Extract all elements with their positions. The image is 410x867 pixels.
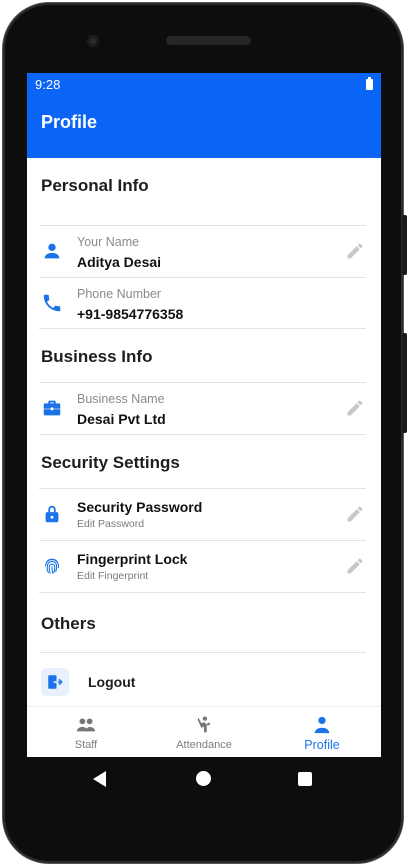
front-camera [87,35,99,47]
security-password-title: Security Password [77,499,203,515]
business-name-value: Desai Pvt Ltd [77,411,166,427]
fingerprint-lock-subtitle: Edit Fingerprint [77,570,149,582]
logout-icon [48,675,63,689]
fingerprint-lock-title: Fingerprint Lock [77,551,188,567]
people-icon [76,718,96,732]
person-icon [44,243,60,259]
fingerprint-lock-row[interactable]: Fingerprint Lock Edit Fingerprint [27,541,381,592]
divider [39,328,366,329]
divider [39,592,366,593]
page-title: Profile [41,112,98,132]
recent-apps-icon[interactable] [298,772,312,786]
nav-tab-attendance[interactable]: Attendance [145,707,263,757]
section-title-personal: Personal Info [41,176,149,195]
lock-icon [45,505,59,523]
nav-tab-staff[interactable]: Staff [27,707,145,757]
edit-pencil-icon[interactable] [345,504,365,524]
business-name-label: Business Name [77,392,165,406]
earpiece-speaker [166,36,251,45]
name-row[interactable]: Your Name Aditya Desai [27,226,381,277]
logout-icon-container [41,668,69,696]
volume-button [402,333,407,433]
nav-label-staff: Staff [74,739,98,751]
name-value: Aditya Desai [77,254,162,270]
person-icon [314,716,330,734]
back-icon[interactable] [93,771,106,787]
divider [39,652,366,653]
logout-row[interactable]: Logout [27,664,381,700]
system-navigation-bar [27,757,381,802]
home-icon[interactable] [196,771,211,786]
section-title-business: Business Info [41,347,153,366]
app-bar: 9:28 Profile [27,73,381,158]
security-password-subtitle: Edit Password [77,518,145,530]
fingerprint-icon [45,558,59,574]
business-name-row[interactable]: Business Name Desai Pvt Ltd [27,383,381,434]
briefcase-icon [43,400,61,416]
edit-pencil-icon[interactable] [345,241,365,261]
security-password-row[interactable]: Security Password Edit Password [27,489,381,540]
edit-pencil-icon[interactable] [345,556,365,576]
power-button [402,215,407,275]
status-time: 9:28 [35,77,61,92]
nav-label-profile: Profile [304,738,340,752]
bottom-navigation: Staff Attendance Profile [27,706,381,757]
section-title-security: Security Settings [41,453,180,472]
battery-icon [366,77,373,90]
edit-pencil-icon[interactable] [345,398,365,418]
logout-label: Logout [88,674,136,690]
phone-value: +91-9854776358 [77,306,184,322]
nav-label-attendance: Attendance [176,739,232,751]
app-screen: 9:28 Profile Personal Info Your Name Adi… [27,73,381,757]
section-title-others: Others [41,614,96,633]
attendance-icon [197,716,211,733]
name-label: Your Name [77,235,140,249]
phone-label: Phone Number [77,287,162,301]
nav-tab-profile[interactable]: Profile [263,707,381,757]
phone-row[interactable]: Phone Number +91-9854776358 [27,278,381,329]
phone-icon [43,294,61,312]
divider [39,434,366,435]
